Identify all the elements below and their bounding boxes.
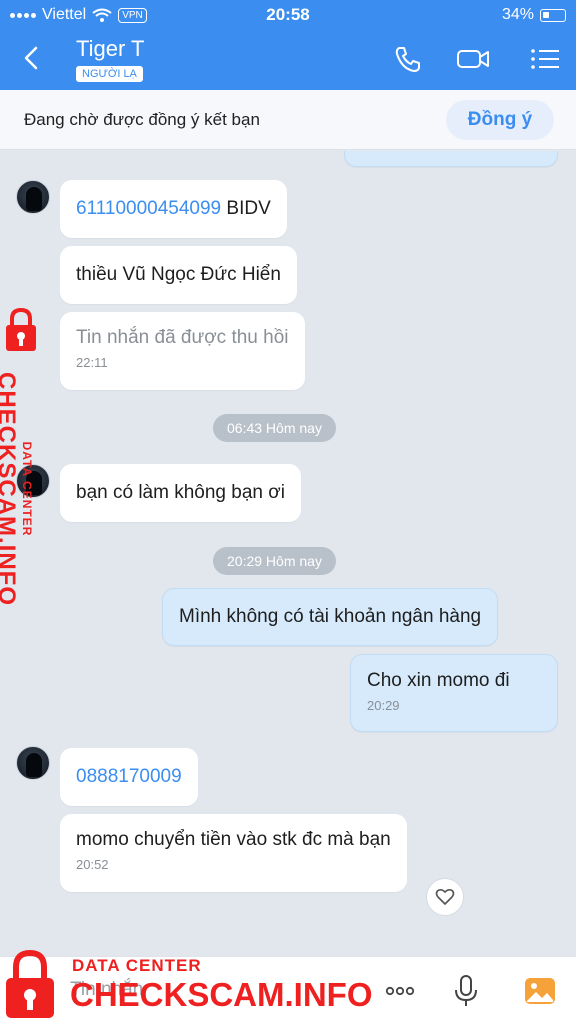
avatar[interactable] <box>16 746 50 780</box>
image-icon[interactable] <box>522 973 558 1009</box>
message-bubble[interactable]: momo chuyển tiền vào stk đc mà bạn 20:52 <box>60 814 407 892</box>
status-bar: Viettel VPN 20:58 34% <box>0 0 576 30</box>
battery-percent: 34% <box>501 6 534 23</box>
battery-group: 34% <box>502 6 566 24</box>
message-text: momo chuyển tiền vào stk đc mà bạn <box>76 829 391 850</box>
message-bubble-recalled[interactable]: Tin nhắn đã được thu hồi 22:11 <box>60 312 305 390</box>
message-bubble[interactable]: 61110000454099 BIDV <box>60 180 287 238</box>
watermark-line2: CHECKSCAM.INFO <box>0 372 20 606</box>
avatar[interactable] <box>16 180 50 214</box>
react-button[interactable] <box>426 878 464 916</box>
message-text: BIDV <box>221 198 271 219</box>
lock-icon <box>6 308 36 351</box>
phone-icon[interactable] <box>390 44 424 74</box>
message-text: Mình không có tài khoản ngân hàng <box>179 606 482 627</box>
message-time: 22:11 <box>76 355 108 370</box>
heart-icon <box>435 888 455 905</box>
date-separator: 20:29 Hôm nay <box>213 547 336 575</box>
message-bubble[interactable]: thiều Vũ Ngọc Đức Hiển <box>60 246 297 304</box>
menu-icon[interactable] <box>528 44 562 74</box>
more-icon[interactable] <box>382 973 418 1009</box>
message-text: thiều Vũ Ngọc Đức Hiển <box>76 264 281 285</box>
contact-name[interactable]: Tiger T <box>76 36 144 62</box>
account-number-link[interactable]: 61110000454099 <box>76 198 221 219</box>
watermark-bottom: DATA CENTER CHECKSCAM.INFO <box>0 950 373 1024</box>
accept-friend-button[interactable]: Đồng ý <box>446 100 554 140</box>
message-time: 20:29 <box>367 698 400 713</box>
battery-icon <box>540 8 566 22</box>
message-text: Cho xin momo đi <box>367 670 510 691</box>
back-icon[interactable] <box>18 44 46 72</box>
video-call-icon[interactable] <box>456 44 490 74</box>
clock: 20:58 <box>266 5 310 24</box>
friend-request-message: Đang chờ được đồng ý kết bạn <box>24 110 260 129</box>
watermark-line1: DATA CENTER <box>72 956 202 975</box>
message-bubble[interactable]: bạn có làm không bạn ơi <box>60 464 301 522</box>
stranger-badge: NGƯỜI LẠ <box>76 66 143 82</box>
message-bubble-outgoing[interactable]: Mình không có tài khoản ngân hàng <box>162 588 499 646</box>
message-bubble[interactable]: 0888170009 <box>60 748 198 806</box>
chat-area[interactable]: 61110000454099 BIDV thiều Vũ Ngọc Đức Hi… <box>0 151 576 956</box>
watermark-line1: DATA CENTER <box>20 441 34 537</box>
chat-header: Viettel VPN 20:58 34% Tiger T NGƯỜI LẠ <box>0 0 576 90</box>
friend-request-bar: Đang chờ được đồng ý kết bạn Đồng ý <box>0 90 576 150</box>
watermark-line2: CHECKSCAM.INFO <box>70 976 373 1013</box>
watermark-text-side: DATA CENTER CHECKSCAM.INFO <box>0 364 34 614</box>
phone-number-link[interactable]: 0888170009 <box>76 766 182 787</box>
message-text: Tin nhắn đã được thu hồi <box>76 327 289 348</box>
message-text: bạn có làm không bạn ơi <box>76 482 285 503</box>
nav-bar: Tiger T NGƯỜI LẠ <box>0 30 576 90</box>
watermark-side: DATA CENTER CHECKSCAM.INFO <box>0 308 60 606</box>
message-bubble-outgoing[interactable]: Cho xin momo đi 20:29 <box>350 654 558 732</box>
lock-icon <box>6 950 54 1018</box>
message-time: 20:52 <box>76 857 109 872</box>
message-bubble-partial[interactable] <box>344 151 558 167</box>
date-separator: 06:43 Hôm nay <box>213 414 336 442</box>
microphone-icon[interactable] <box>448 973 484 1009</box>
